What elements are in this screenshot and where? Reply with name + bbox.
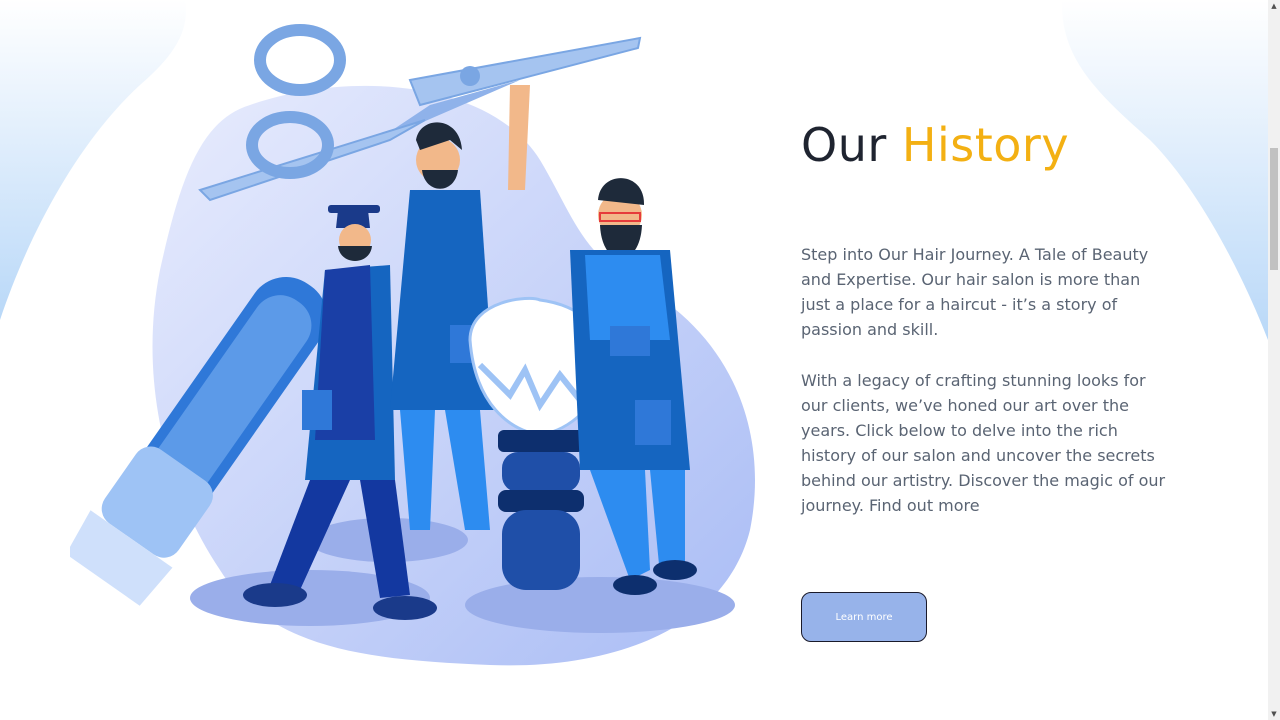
scroll-down-arrow-icon[interactable]: ▼ <box>1268 708 1280 720</box>
title-text: Our <box>801 118 902 172</box>
section-title: Our History <box>801 118 1069 172</box>
intro-paragraph: Step into Our Hair Journey. A Tale of Be… <box>801 245 1149 339</box>
scroll-up-arrow-icon[interactable]: ▲ <box>1268 0 1280 12</box>
barbers-illustration <box>70 24 755 666</box>
history-page: Our History Step into Our Hair Journey. … <box>0 0 1280 720</box>
scrollbar-thumb[interactable] <box>1270 148 1278 270</box>
vertical-scrollbar[interactable]: ▲ ▼ <box>1268 0 1280 720</box>
title-accent-text: History <box>901 118 1070 172</box>
learn-more-button[interactable]: Learn more <box>801 592 927 642</box>
history-paragraph: With a legacy of crafting stunning looks… <box>801 371 1166 515</box>
